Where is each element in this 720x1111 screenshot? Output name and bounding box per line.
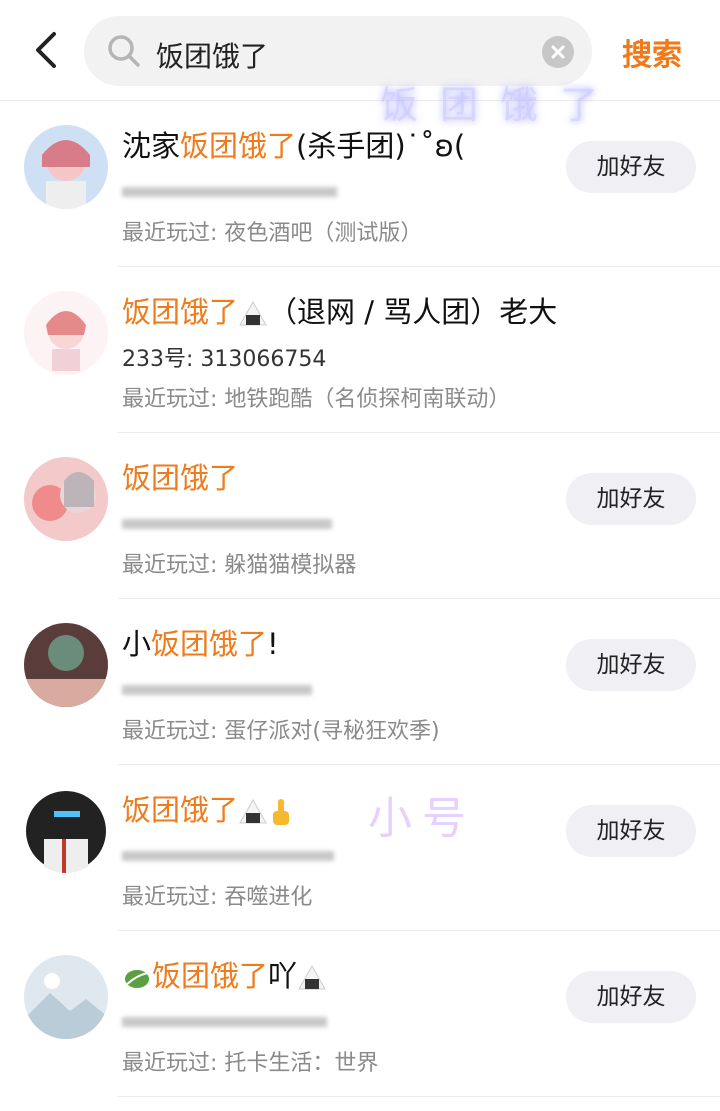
recently-played: 最近玩过: 地铁跑酷（名侦探柯南联动）	[122, 387, 511, 412]
list-item[interactable]: 饭团饿了 最近玩过: 躲猫猫模拟器 加好友	[0, 433, 720, 599]
search-query[interactable]: 饭团饿了	[156, 35, 268, 75]
add-friend-button[interactable]: 加好友	[566, 473, 696, 525]
rice-ball-icon	[298, 964, 326, 990]
search-button[interactable]: 搜索	[622, 30, 682, 74]
redacted-id	[122, 685, 312, 695]
list-item[interactable]: 小饭团饿了! 最近玩过: 蛋仔派对(寻秘狂欢季) 加好友	[0, 599, 720, 765]
avatar	[24, 457, 108, 541]
avatar	[24, 125, 108, 209]
add-friend-button[interactable]: 加好友	[566, 639, 696, 691]
avatar	[24, 955, 108, 1039]
list-item[interactable]: 饭团饿了 （退网 / 骂人团）老大 233号: 313066754 最近玩过: 地…	[0, 267, 720, 433]
recently-played: 最近玩过: 躲猫猫模拟器	[122, 553, 357, 578]
rice-ball-icon	[239, 300, 267, 326]
add-friend-button[interactable]: 加好友	[566, 805, 696, 857]
clear-icon[interactable]	[542, 36, 574, 68]
rice-ball-icon	[239, 798, 267, 824]
user-name: 饭团饿了	[122, 461, 239, 495]
search-results-list: 沈家饭团饿了(杀手团)˙˚ʚ( 最近玩过: 夜色酒吧（测试版） 加好友 饭团饿了…	[0, 101, 720, 1097]
leaf-icon	[125, 970, 149, 988]
redacted-id	[122, 519, 332, 529]
avatar	[24, 623, 108, 707]
recently-played: 最近玩过: 蛋仔派对(寻秘狂欢季)	[122, 719, 440, 744]
redacted-id	[122, 187, 337, 197]
user-name: 沈家饭团饿了(杀手团)˙˚ʚ(	[122, 129, 466, 163]
user-name: 饭团饿了 （退网 / 骂人团）老大	[122, 295, 558, 329]
avatar	[24, 291, 108, 375]
pointing-hand-icon	[273, 799, 290, 825]
user-name: 小饭团饿了!	[122, 627, 279, 661]
redacted-id	[122, 1017, 327, 1027]
add-friend-button[interactable]: 加好友	[566, 141, 696, 193]
user-id: 233号: 313066754	[122, 347, 327, 372]
recently-played: 最近玩过: 托卡生活：世界	[122, 1051, 379, 1076]
divider	[118, 1096, 720, 1097]
back-arrow-icon[interactable]	[28, 28, 68, 72]
avatar	[24, 789, 108, 873]
user-name: 饭团饿了	[122, 787, 294, 829]
redacted-id	[122, 851, 334, 861]
list-item[interactable]: 饭团饿了 最近玩过: 吞噬进化 加好友	[0, 765, 720, 931]
search-header: 饭团饿了 搜索 饭团饿了	[0, 0, 720, 127]
list-item[interactable]: 饭团饿了吖 最近玩过: 托卡生活：世界 加好友	[0, 931, 720, 1097]
recently-played: 最近玩过: 夜色酒吧（测试版）	[122, 221, 423, 246]
list-item[interactable]: 沈家饭团饿了(杀手团)˙˚ʚ( 最近玩过: 夜色酒吧（测试版） 加好友	[0, 101, 720, 267]
search-icon	[108, 35, 140, 67]
user-name: 饭团饿了吖	[122, 953, 327, 995]
watermark-text: 小号	[368, 793, 476, 844]
add-friend-button[interactable]: 加好友	[566, 971, 696, 1023]
recently-played: 最近玩过: 吞噬进化	[122, 885, 313, 910]
